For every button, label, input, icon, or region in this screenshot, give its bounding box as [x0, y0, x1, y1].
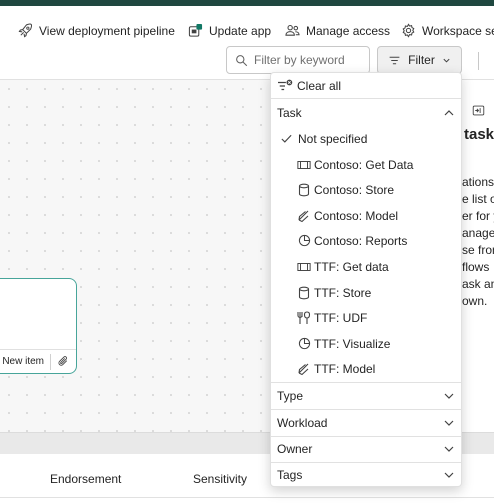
get-data-icon	[297, 158, 311, 172]
search-box[interactable]	[226, 46, 370, 74]
task-option-contoso-store[interactable]: Contoso: Store	[271, 177, 461, 202]
workload-section-label: Workload	[277, 416, 328, 430]
task-option-label: Contoso: Get Data	[314, 157, 414, 172]
pie-chart-icon	[297, 337, 311, 351]
filter-dropdown-menu: Clear all Task Not specified Contoso: Ge…	[270, 72, 462, 487]
task-option-label: TTF: Store	[314, 285, 372, 300]
gear-icon	[401, 23, 416, 38]
owner-section-header[interactable]: Owner	[271, 436, 461, 462]
task-option-label: Not specified	[298, 131, 368, 146]
task-details-panel: task ations e list o er for y anage se f…	[462, 80, 494, 432]
description-line: e list o	[462, 192, 494, 206]
attach-icon[interactable]	[57, 355, 70, 368]
task-option-label: TTF: UDF	[314, 310, 368, 325]
update-app-button[interactable]: Update app	[188, 23, 271, 38]
column-header-endorsement[interactable]: Endorsement	[50, 472, 121, 486]
column-header-sensitivity[interactable]: Sensitivity	[193, 472, 247, 486]
task-option-contoso-reports[interactable]: Contoso: Reports	[271, 228, 461, 253]
description-line: er for y	[462, 209, 494, 223]
task-node-footer: New item	[0, 349, 76, 373]
filter-lines-icon	[388, 54, 401, 67]
node-footer-divider	[50, 353, 51, 370]
task-option-ttf-visualize[interactable]: TTF: Visualize	[271, 331, 461, 356]
workspace-settings-button[interactable]: Workspace set	[401, 23, 494, 38]
task-option-label: TTF: Visualize	[314, 336, 391, 351]
tools-icon	[297, 310, 311, 325]
search-icon	[235, 54, 248, 67]
task-option-ttf-udf[interactable]: TTF: UDF	[271, 305, 461, 330]
expand-panel-icon[interactable]	[472, 104, 485, 117]
chevron-down-icon	[442, 56, 451, 65]
chevron-down-icon	[443, 443, 455, 455]
view-deployment-pipeline-label: View deployment pipeline	[39, 23, 175, 38]
toolbar-divider	[478, 52, 479, 70]
owner-section-label: Owner	[277, 442, 313, 456]
task-section-label: Task	[277, 106, 302, 120]
task-option-contoso-get-data[interactable]: Contoso: Get Data	[271, 152, 461, 177]
model-icon	[297, 209, 311, 223]
chevron-down-icon	[443, 390, 455, 402]
clear-filter-icon	[277, 79, 293, 93]
task-option-not-specified[interactable]: Not specified	[271, 126, 461, 151]
type-section-label: Type	[277, 389, 304, 403]
description-line: ations	[462, 175, 494, 189]
task-option-ttf-store[interactable]: TTF: Store	[271, 280, 461, 305]
chevron-down-icon	[443, 469, 455, 481]
description-line: ask an	[462, 277, 494, 291]
filter-button[interactable]: Filter	[377, 46, 462, 74]
database-icon	[297, 183, 311, 197]
new-item-link[interactable]: New item	[2, 356, 44, 367]
clear-all-label: Clear all	[297, 79, 342, 93]
clear-all-button[interactable]: Clear all	[277, 79, 341, 93]
task-option-label: Contoso: Model	[314, 208, 399, 223]
task-panel-title: task	[464, 126, 494, 143]
workload-section-header[interactable]: Workload	[271, 410, 461, 436]
model-icon	[297, 362, 311, 376]
manage-access-label: Manage access	[306, 23, 391, 38]
type-section-header[interactable]: Type	[271, 383, 461, 409]
chevron-up-icon	[443, 107, 455, 119]
description-line: se from	[462, 243, 494, 257]
tags-section-header[interactable]: Tags	[271, 462, 461, 488]
task-option-ttf-model[interactable]: TTF: Model	[271, 356, 461, 381]
people-icon	[285, 23, 300, 38]
app-icon	[188, 23, 203, 38]
update-app-label: Update app	[209, 23, 272, 38]
header-divider	[0, 497, 494, 498]
task-node-card[interactable]: New item	[0, 278, 77, 374]
task-section-header[interactable]: Task	[271, 100, 461, 126]
search-input[interactable]	[254, 53, 364, 67]
filter-button-label: Filter	[408, 53, 435, 67]
task-option-ttf-get-data[interactable]: TTF: Get data	[271, 254, 461, 279]
rocket-icon	[18, 23, 33, 38]
get-data-icon	[297, 260, 311, 274]
workspace-settings-label: Workspace set	[422, 23, 494, 38]
description-line: anage	[462, 226, 494, 240]
view-deployment-pipeline-button[interactable]: View deployment pipeline	[18, 23, 175, 38]
database-icon	[297, 286, 311, 300]
chevron-down-icon	[443, 417, 455, 429]
description-line: own.	[462, 294, 488, 308]
task-option-contoso-model[interactable]: Contoso: Model	[271, 203, 461, 228]
task-option-label: Contoso: Store	[314, 182, 395, 197]
task-option-label: Contoso: Reports	[314, 233, 408, 248]
pie-chart-icon	[297, 234, 311, 248]
manage-access-button[interactable]: Manage access	[285, 23, 390, 38]
task-option-label: TTF: Model	[314, 361, 376, 376]
checkmark-icon	[279, 132, 293, 146]
task-option-label: TTF: Get data	[314, 259, 389, 274]
menu-divider	[271, 98, 461, 99]
tags-section-label: Tags	[277, 468, 303, 482]
description-line: flows	[462, 260, 490, 274]
task-panel-description: ations e list o er for y anage se from f…	[462, 174, 494, 310]
